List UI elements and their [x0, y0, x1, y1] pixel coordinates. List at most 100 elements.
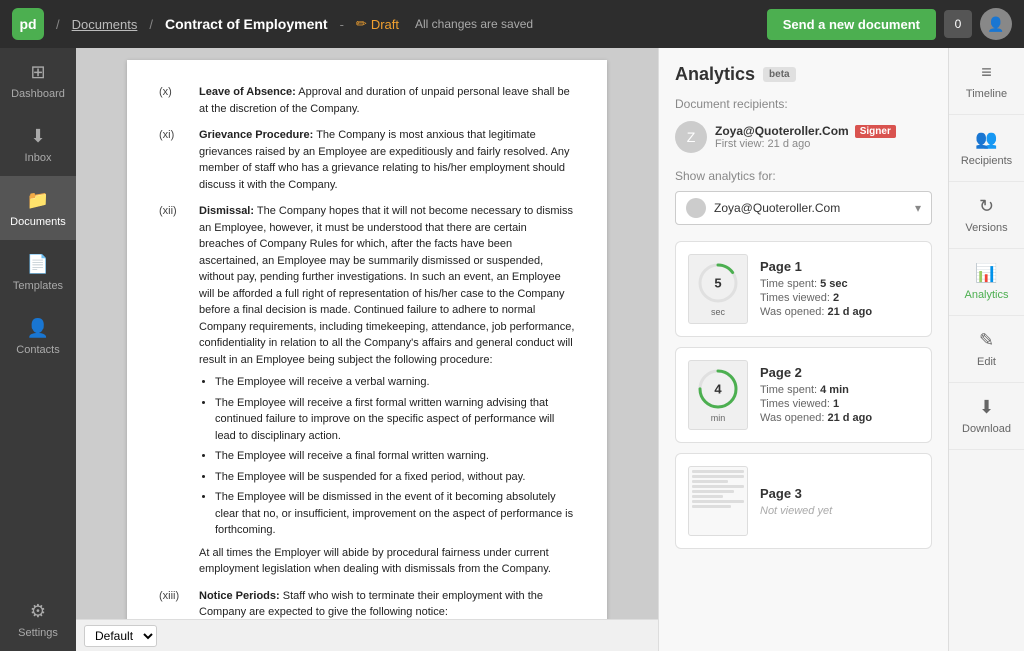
app-logo: pd	[12, 8, 44, 40]
page-1-timer-unit: sec	[711, 307, 725, 317]
page-2-timer: 4	[696, 367, 740, 411]
left-sidebar: ⊞ Dashboard ⬇ Inbox 📁 Documents 📄 Templa…	[0, 48, 76, 651]
timeline-icon: ≡	[981, 62, 992, 83]
sidebar-item-contacts[interactable]: 👤 Contacts	[0, 304, 76, 368]
right-nav-label-timeline: Timeline	[966, 88, 1007, 100]
user-avatar[interactable]: 👤	[980, 8, 1012, 40]
recipient-info: Zoya@Quoteroller.Com Signer First view: …	[715, 124, 932, 150]
page-2-timer-unit: min	[711, 413, 726, 423]
dashboard-icon: ⊞	[26, 60, 50, 84]
page-1-was-opened: Was opened: 21 d ago	[760, 306, 919, 318]
section-xi-num: (xi)	[159, 127, 191, 193]
edit-icon: ✎	[979, 330, 994, 351]
analytics-title: Analytics	[675, 64, 755, 85]
section-xi-content: Grievance Procedure: The Company is most…	[199, 127, 575, 193]
dropdown-avatar	[686, 198, 706, 218]
signer-badge: Signer	[855, 125, 896, 138]
breadcrumb-sep-1: /	[56, 17, 60, 32]
right-nav-label-analytics: Analytics	[964, 289, 1008, 301]
right-nav-recipients[interactable]: 👥 Recipients	[949, 115, 1024, 182]
recipient-email-text: Zoya@Quoteroller.Com	[715, 124, 849, 138]
bullet-2: The Employee will receive a first formal…	[215, 395, 575, 445]
notification-badge[interactable]: 0	[944, 10, 972, 38]
breadcrumb-sep-2: /	[149, 17, 153, 32]
sidebar-label-settings: Settings	[18, 627, 58, 639]
page-2-card: 4 min Page 2 Time spent: 4 min Times vie…	[675, 347, 932, 443]
saved-status: All changes are saved	[415, 17, 533, 31]
recipient-first-view: First view: 21 d ago	[715, 138, 932, 150]
sidebar-item-documents[interactable]: 📁 Documents	[0, 176, 76, 240]
document-area-wrapper: (x) Leave of Absence: Approval and durat…	[76, 48, 658, 651]
section-x: (x) Leave of Absence: Approval and durat…	[159, 84, 575, 117]
page-1-name: Page 1	[760, 259, 919, 274]
analytics-dropdown[interactable]: Zoya@Quoteroller.Com ▾	[675, 191, 932, 225]
section-xiii-content: Notice Periods: Staff who wish to termin…	[199, 588, 575, 620]
documents-icon: 📁	[26, 188, 50, 212]
page-2-times-viewed: Times viewed: 1	[760, 398, 919, 410]
doc-title: Contract of Employment	[165, 16, 328, 32]
breadcrumb-documents[interactable]: Documents	[72, 17, 138, 32]
download-icon: ⬇	[979, 397, 994, 418]
right-nav-versions[interactable]: ↻ Versions	[949, 182, 1024, 249]
page-1-time-spent: Time spent: 5 sec	[760, 278, 919, 290]
beta-badge: beta	[763, 67, 796, 82]
page-2-name: Page 2	[760, 365, 919, 380]
recipients-label: Document recipients:	[675, 97, 932, 111]
analytics-panel: Analytics beta Document recipients: Z Zo…	[658, 48, 948, 651]
right-nav-label-download: Download	[962, 423, 1011, 435]
draft-sep: -	[340, 17, 344, 32]
sidebar-label-templates: Templates	[13, 280, 63, 292]
sidebar-label-dashboard: Dashboard	[11, 88, 65, 100]
page-1-card: 5 sec Page 1 Time spent: 5 sec Times vie…	[675, 241, 932, 337]
show-analytics-label: Show analytics for:	[675, 169, 932, 183]
section-x-content: Leave of Absence: Approval and duration …	[199, 84, 575, 117]
page-3-name: Page 3	[760, 486, 919, 501]
page-2-timer-value: 4	[714, 383, 721, 396]
section-xii-num: (xii)	[159, 203, 191, 578]
pencil-icon: ✏	[356, 16, 367, 32]
section-xii-content: Dismissal: The Company hopes that it wil…	[199, 203, 575, 578]
send-new-document-button[interactable]: Send a new document	[767, 9, 936, 40]
zoom-select[interactable]: Default 50% 75% 100% 150%	[84, 625, 157, 647]
bullet-1: The Employee will receive a verbal warni…	[215, 374, 575, 391]
bullet-5: The Employee will be dismissed in the ev…	[215, 489, 575, 539]
right-sidebar: ≡ Timeline 👥 Recipients ↻ Versions 📊 Ana…	[948, 48, 1024, 651]
sidebar-item-templates[interactable]: 📄 Templates	[0, 240, 76, 304]
dropdown-text: Zoya@Quoteroller.Com	[714, 201, 907, 215]
page-1-stats: Page 1 Time spent: 5 sec Times viewed: 2…	[760, 259, 919, 320]
versions-icon: ↻	[979, 196, 994, 217]
analytics-icon: 📊	[975, 263, 997, 284]
right-nav-timeline[interactable]: ≡ Timeline	[949, 48, 1024, 115]
page-3-not-viewed: Not viewed yet	[760, 505, 919, 517]
section-xi: (xi) Grievance Procedure: The Company is…	[159, 127, 575, 193]
section-xiii-num: (xiii)	[159, 588, 191, 620]
analytics-header: Analytics beta	[675, 64, 932, 85]
recipients-icon: 👥	[975, 129, 997, 150]
sidebar-item-dashboard[interactable]: ⊞ Dashboard	[0, 48, 76, 112]
sidebar-label-inbox: Inbox	[25, 152, 52, 164]
right-nav-label-recipients: Recipients	[961, 155, 1012, 167]
sidebar-item-inbox[interactable]: ⬇ Inbox	[0, 112, 76, 176]
main-layout: ⊞ Dashboard ⬇ Inbox 📁 Documents 📄 Templa…	[0, 48, 1024, 651]
right-nav-download[interactable]: ⬇ Download	[949, 383, 1024, 450]
page-1-timer-value: 5	[714, 277, 721, 290]
page-2-time-spent: Time spent: 4 min	[760, 384, 919, 396]
recipient-email-row: Zoya@Quoteroller.Com Signer	[715, 124, 932, 138]
page-1-times-viewed: Times viewed: 2	[760, 292, 919, 304]
bullet-3: The Employee will receive a final formal…	[215, 448, 575, 465]
settings-icon: ⚙	[26, 599, 50, 623]
right-nav-analytics[interactable]: 📊 Analytics	[949, 249, 1024, 316]
page-2-thumb: 4 min	[688, 360, 748, 430]
page-1-timer: 5	[696, 261, 740, 305]
topbar: pd / Documents / Contract of Employment …	[0, 0, 1024, 48]
document-area: (x) Leave of Absence: Approval and durat…	[76, 48, 658, 619]
inbox-icon: ⬇	[26, 124, 50, 148]
dismissal-bullet-list: The Employee will receive a verbal warni…	[215, 374, 575, 539]
document-page: (x) Leave of Absence: Approval and durat…	[127, 60, 607, 619]
right-nav-label-versions: Versions	[965, 222, 1007, 234]
right-nav-edit[interactable]: ✎ Edit	[949, 316, 1024, 383]
sidebar-item-settings[interactable]: ⚙ Settings	[0, 587, 76, 651]
draft-badge: ✏ Draft	[356, 16, 399, 32]
page-3-thumb	[688, 466, 748, 536]
page-2-was-opened: Was opened: 21 d ago	[760, 412, 919, 424]
